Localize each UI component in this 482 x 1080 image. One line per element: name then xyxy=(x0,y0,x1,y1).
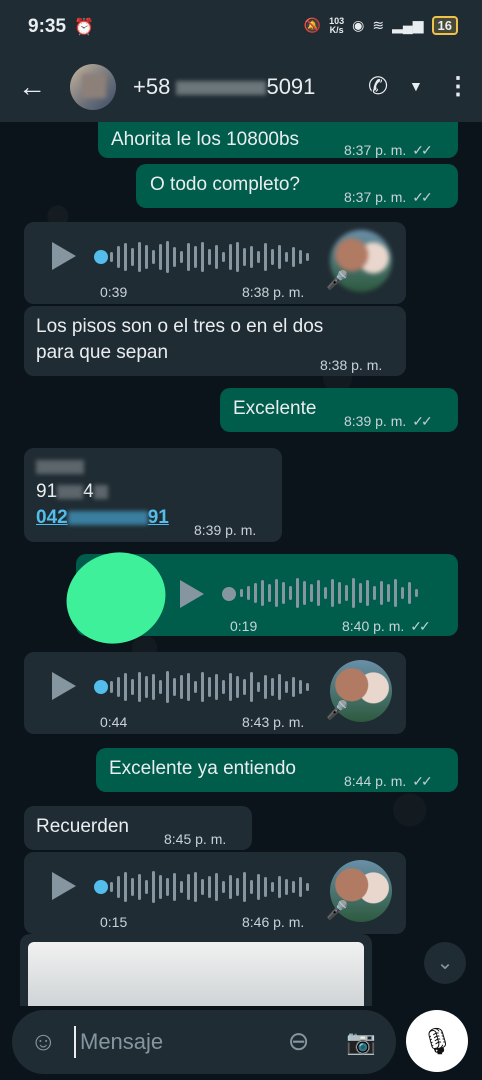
message-bubble-out[interactable]: Ahorita le los 10800bs 8:37 p. m. ✓✓ xyxy=(98,122,458,158)
text-cursor xyxy=(74,1026,76,1058)
scroll-to-bottom-button[interactable]: ⌄ xyxy=(424,942,466,984)
battery-icon: 16 xyxy=(431,16,458,35)
playback-position-dot[interactable] xyxy=(94,250,108,264)
read-ticks-icon: ✓✓ xyxy=(412,142,433,158)
playback-position-dot[interactable] xyxy=(94,880,108,894)
playback-position-dot[interactable] xyxy=(222,587,236,601)
network-speed: 103 K/s xyxy=(329,15,345,35)
caret-down-icon[interactable]: ▼ xyxy=(409,78,423,94)
camera-icon[interactable]: 📷 xyxy=(346,1028,376,1057)
mic-icon: 🎤 xyxy=(326,270,349,290)
read-ticks-icon: ✓✓ xyxy=(412,413,433,429)
image-preview[interactable] xyxy=(28,942,364,1006)
redacted-text xyxy=(36,460,84,474)
phone-call-icon[interactable]: ✆ xyxy=(368,72,388,101)
play-icon[interactable] xyxy=(180,580,204,608)
contact-name[interactable]: +58 5091 xyxy=(133,74,315,100)
read-ticks-icon: ✓✓ xyxy=(412,773,433,789)
read-ticks-icon: ✓✓ xyxy=(412,189,433,205)
message-input[interactable]: Mensaje xyxy=(80,1029,163,1055)
waveform[interactable] xyxy=(110,240,309,274)
hotspot-icon: ◉ xyxy=(352,17,365,33)
play-icon[interactable] xyxy=(52,242,76,270)
alarm-icon: ⏰ xyxy=(74,19,94,36)
phone-link[interactable]: 042 91 xyxy=(36,506,169,530)
message-bubble-out[interactable]: O todo completo? 8:37 p. m. ✓✓ xyxy=(136,164,458,208)
message-bubble-out[interactable]: Excelente ya entiendo 8:44 p. m. ✓✓ xyxy=(96,748,458,792)
message-bubble-in[interactable]: 91 4 042 91 8:39 p. m. xyxy=(24,448,282,542)
attach-icon[interactable]: ⊘ xyxy=(280,1023,318,1060)
waveform[interactable] xyxy=(110,670,309,704)
emoji-icon[interactable]: ☺ xyxy=(30,1026,57,1057)
mic-icon: 🎤 xyxy=(326,700,349,720)
wifi-icon: ≋ xyxy=(372,17,385,33)
voice-message-in[interactable]: 0:39 8:38 p. m. 🎤 xyxy=(24,222,406,304)
waveform[interactable] xyxy=(110,870,309,904)
mic-icon: 🎙 xyxy=(420,1026,454,1056)
status-time: 9:35 xyxy=(28,16,67,37)
mute-icon: 🔕 xyxy=(303,17,322,33)
status-bar: 9:35 ⏰ 🔕 103 K/s ◉ ≋ ▂▄▆ 16 xyxy=(0,0,482,56)
waveform[interactable] xyxy=(240,576,418,610)
double-chevron-down-icon: ⌄ xyxy=(436,952,454,974)
voice-message-in[interactable]: 0:44 8:43 p. m. 🎤 xyxy=(24,652,406,734)
contact-avatar[interactable] xyxy=(70,64,116,110)
chat-header: ← +58 5091 ✆ ▼ ⋮ xyxy=(0,56,482,122)
more-options-icon[interactable]: ⋮ xyxy=(446,72,470,101)
message-bubble-in[interactable]: Los pisos son o el tres o en el dos para… xyxy=(24,306,406,376)
redacted-digits xyxy=(176,81,267,96)
playback-position-dot[interactable] xyxy=(94,680,108,694)
read-ticks-icon: ✓✓ xyxy=(410,618,431,634)
signal-icon: ▂▄▆ xyxy=(392,17,424,33)
voice-message-in[interactable]: 0:15 8:46 p. m. 🎤 xyxy=(24,852,406,934)
voice-record-button[interactable]: 🎙 xyxy=(406,1010,468,1072)
message-input-bar: ☺ Mensaje ⊘ 📷 xyxy=(12,1010,396,1074)
mic-icon: 🎤 xyxy=(326,900,349,920)
message-bubble-out[interactable]: Excelente 8:39 p. m. ✓✓ xyxy=(220,388,458,432)
play-icon[interactable] xyxy=(52,872,76,900)
message-bubble-in[interactable]: Recuerden 8:45 p. m. xyxy=(24,806,252,850)
image-message-in[interactable] xyxy=(20,934,372,1006)
back-arrow-icon[interactable]: ← xyxy=(18,73,46,101)
play-icon[interactable] xyxy=(52,672,76,700)
